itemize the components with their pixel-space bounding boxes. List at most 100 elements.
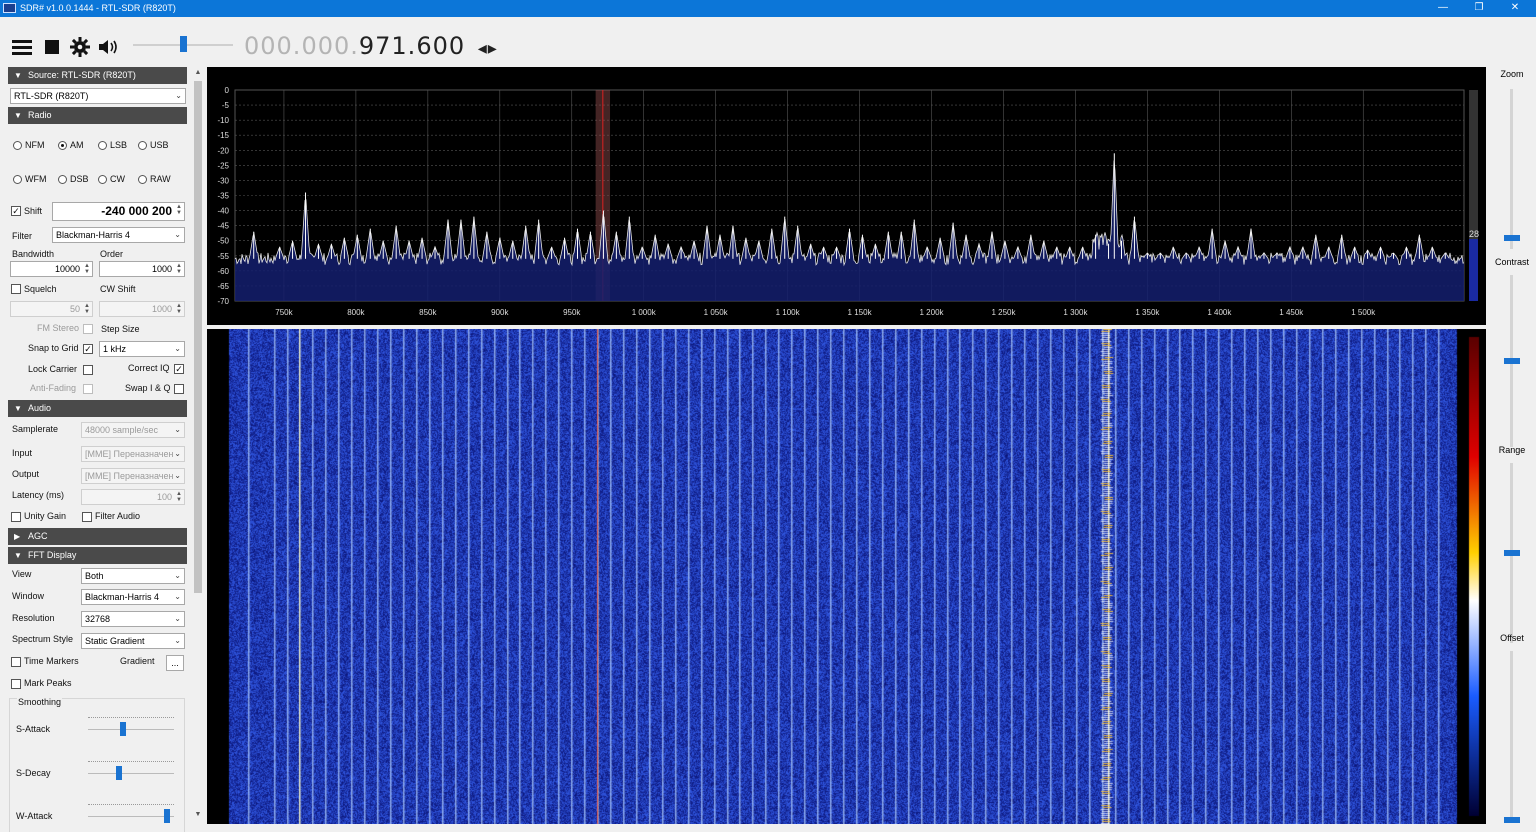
step-size-select[interactable]: 1 kHz ⌄ xyxy=(99,341,185,357)
mode-radio-wfm[interactable] xyxy=(13,175,22,184)
mode-radio-usb[interactable] xyxy=(138,141,147,150)
snap-to-grid-checkbox[interactable]: ✓ xyxy=(83,344,93,354)
fft-window-select[interactable]: Blackman-Harris 4 ⌄ xyxy=(81,589,185,605)
view-select[interactable]: Both ⌄ xyxy=(81,568,185,584)
swap-iq-checkbox[interactable] xyxy=(174,384,184,394)
sdr-application: SDR# v1.0.0.1444 - RTL-SDR (R820T) — ❐ ✕ xyxy=(0,0,1536,832)
mode-radio-raw[interactable] xyxy=(138,175,147,184)
shift-input[interactable]: -240 000 200 ▲ ▼ xyxy=(52,202,185,221)
filter-audio-label: Filter Audio xyxy=(95,511,141,521)
mode-radio-dsb[interactable] xyxy=(58,175,67,184)
y-tick-label: -70 xyxy=(217,297,229,306)
window-title: SDR# v1.0.0.1444 - RTL-SDR (R820T) xyxy=(20,3,176,13)
spectrum-analyzer[interactable]: 0 -5 -10 -15 -20 -25 -30 -35 -40 -45 -50 -55 -60 -65 -… xyxy=(207,67,1486,325)
close-button[interactable]: ✕ xyxy=(1498,0,1532,17)
samplerate-select[interactable]: 48000 sample/sec ⌄ xyxy=(81,422,185,438)
tuning-arrows-icon[interactable]: ◂▸ xyxy=(478,38,498,59)
volume-slider[interactable] xyxy=(133,35,233,55)
snap-to-grid-label: Snap to Grid xyxy=(28,343,79,353)
squelch-checkbox[interactable] xyxy=(11,284,21,294)
scroll-up-icon[interactable]: ▲ xyxy=(192,69,204,76)
contrast-slider-thumb[interactable] xyxy=(1504,358,1520,364)
mode-radio-cw[interactable] xyxy=(98,175,107,184)
minimize-button[interactable]: — xyxy=(1426,0,1460,17)
shift-checkbox[interactable]: ✓ xyxy=(11,206,21,216)
window-label: Window xyxy=(12,591,45,601)
y-tick-label: -35 xyxy=(217,192,229,201)
gradient-button[interactable]: ... xyxy=(166,655,184,671)
x-tick-label: 1 000k xyxy=(632,308,657,317)
source-device-select[interactable]: RTL-SDR (R820T) ⌄ xyxy=(10,88,186,104)
x-tick-label: 750k xyxy=(275,308,293,317)
squelch-input[interactable]: 50 ▲ ▼ xyxy=(10,301,93,317)
correct-iq-checkbox[interactable]: ✓ xyxy=(174,364,184,374)
order-input[interactable]: 1000 ▲ ▼ xyxy=(99,261,185,277)
gear-icon[interactable] xyxy=(69,37,91,57)
y-tick-label: -5 xyxy=(222,101,230,110)
cwshift-input[interactable]: 1000 ▲ ▼ xyxy=(99,301,185,317)
stop-icon[interactable] xyxy=(42,37,64,57)
offset-slider-thumb[interactable] xyxy=(1504,817,1520,823)
range-slider-thumb[interactable] xyxy=(1504,550,1520,556)
resolution-select[interactable]: 32768 ⌄ xyxy=(81,611,185,627)
x-tick-label: 1 100k xyxy=(776,308,801,317)
offset-slider[interactable] xyxy=(1510,651,1513,823)
unity-gain-checkbox[interactable] xyxy=(11,512,21,522)
lock-carrier-checkbox[interactable] xyxy=(83,365,93,375)
time-markers-checkbox[interactable] xyxy=(11,657,21,667)
w-attack-slider[interactable] xyxy=(88,804,174,827)
scrollbar-thumb[interactable] xyxy=(194,81,202,593)
agc-header[interactable]: ▶ AGC xyxy=(8,528,187,545)
shift-label: Shift xyxy=(24,206,43,216)
lock-carrier-label: Lock Carrier xyxy=(28,364,78,374)
mode-label-nfm: NFM xyxy=(25,140,45,150)
title-bar: SDR# v1.0.0.1444 - RTL-SDR (R820T) — ❐ ✕ xyxy=(0,0,1536,17)
filter-audio-checkbox[interactable] xyxy=(82,512,92,522)
x-tick-label: 900k xyxy=(491,308,509,317)
s-decay-label: S-Decay xyxy=(16,768,51,778)
zoom-slider-thumb[interactable] xyxy=(1504,235,1520,241)
w-attack-label: W-Attack xyxy=(16,811,53,821)
source-header[interactable]: ▼ Source: RTL-SDR (R820T) xyxy=(8,67,187,84)
mark-peaks-checkbox[interactable] xyxy=(11,679,21,689)
frequency-display[interactable]: 000.000.971.600 ◂▸ xyxy=(244,32,498,60)
waterfall-display[interactable] xyxy=(207,329,1486,824)
toolbar: 000.000.971.600 ◂▸ xyxy=(0,17,1536,67)
anti-fading-checkbox[interactable] xyxy=(83,384,93,394)
fft-display-header[interactable]: ▼ FFT Display xyxy=(8,547,187,564)
resolution-label: Resolution xyxy=(12,613,55,623)
zoom-label: Zoom xyxy=(1500,69,1524,79)
s-decay-slider[interactable] xyxy=(88,761,174,784)
mode-radio-nfm[interactable] xyxy=(13,141,22,150)
scroll-down-icon[interactable]: ▼ xyxy=(192,811,204,818)
panel-scrollbar[interactable]: ▲ ▼ xyxy=(192,67,204,832)
y-tick-label: -15 xyxy=(217,131,229,140)
order-label: Order xyxy=(100,249,124,259)
zoom-slider[interactable] xyxy=(1510,89,1513,249)
s-attack-slider[interactable] xyxy=(88,717,174,740)
frequency-active-digits[interactable]: 971.600 xyxy=(359,32,465,60)
level-readout: 28 xyxy=(1469,229,1480,239)
mode-label-cw: CW xyxy=(110,174,125,184)
audio-input-select[interactable]: [MME] Переназначен ⌄ xyxy=(81,446,185,462)
bandwidth-input[interactable]: 10000 ▲ ▼ xyxy=(10,261,93,277)
anti-fading-label: Anti-Fading xyxy=(30,383,77,393)
maximize-button[interactable]: ❐ xyxy=(1462,0,1496,17)
menu-icon[interactable] xyxy=(11,37,33,57)
frequency-leading-digits[interactable]: 000.000. xyxy=(244,32,359,60)
mode-radio-am[interactable] xyxy=(58,141,67,150)
samplerate-label: Samplerate xyxy=(12,424,59,434)
filter-select[interactable]: Blackman-Harris 4 ⌄ xyxy=(52,227,185,243)
latency-input[interactable]: 100 ▲ ▼ xyxy=(81,489,185,505)
radio-header[interactable]: ▼ Radio xyxy=(8,107,187,124)
mode-radio-lsb[interactable] xyxy=(98,141,107,150)
y-tick-label: -65 xyxy=(217,282,229,291)
speaker-icon[interactable] xyxy=(97,37,119,57)
audio-header[interactable]: ▼ Audio xyxy=(8,400,187,417)
audio-output-select[interactable]: [MME] Переназначен ⌄ xyxy=(81,468,185,484)
x-tick-label: 1 150k xyxy=(848,308,873,317)
spectrum-style-select[interactable]: Static Gradient ⌄ xyxy=(81,633,185,649)
fm-stereo-checkbox[interactable] xyxy=(83,324,93,334)
contrast-label: Contrast xyxy=(1494,257,1529,267)
swap-iq-label: Swap I & Q xyxy=(125,383,171,393)
